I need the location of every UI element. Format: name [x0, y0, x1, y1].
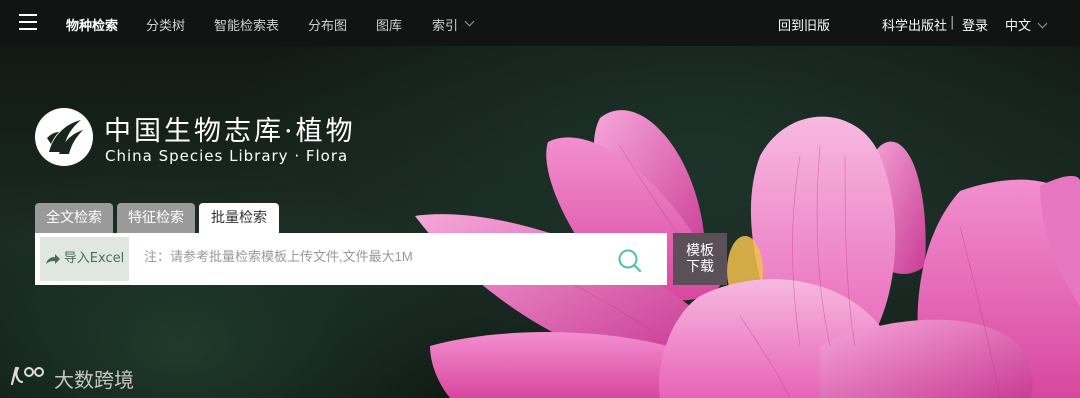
nav-item-smart-key[interactable]: 智能检索表 — [214, 15, 279, 34]
nav-item-species-search[interactable]: 物种检索 — [66, 15, 118, 34]
batch-search-input[interactable] — [144, 249, 594, 264]
hero-banner: 中国生物志库·植物 China Species Library · Flora … — [0, 46, 1080, 398]
tab-fulltext-search[interactable]: 全文检索 — [35, 203, 113, 233]
share-arrow-icon — [45, 253, 60, 264]
plant-logo-icon — [35, 108, 93, 166]
import-excel-button[interactable]: 导入Excel — [40, 237, 129, 281]
chevron-down-icon — [1037, 18, 1048, 29]
top-nav-bar: 物种检索 分类树 智能检索表 分布图 图库 索引 回到旧版 科学出版社 | 登录… — [0, 0, 1080, 46]
hamburger-menu-icon[interactable] — [19, 14, 37, 30]
nav-item-taxonomy-tree[interactable]: 分类树 — [146, 15, 185, 34]
publisher-link[interactable]: 科学出版社 — [882, 15, 947, 34]
logo-title-cn: 中国生物志库·植物 — [104, 116, 356, 147]
template-download-button[interactable]: 模板 下载 — [673, 233, 727, 285]
language-label: 中文 — [1005, 19, 1032, 34]
template-download-line1: 模板 — [686, 243, 714, 259]
watermark-logo-icon — [10, 366, 44, 386]
nav-item-distribution-map[interactable]: 分布图 — [308, 15, 347, 34]
search-icon[interactable] — [617, 248, 643, 274]
language-selector[interactable]: 中文 — [1005, 15, 1048, 34]
login-link[interactable]: 登录 — [962, 15, 988, 34]
nav-item-index-label: 索引 — [432, 19, 459, 34]
chevron-down-icon — [464, 16, 475, 27]
nav-item-index[interactable]: 索引 — [432, 15, 475, 34]
tab-feature-search[interactable]: 特征检索 — [117, 203, 195, 233]
back-to-old-version-link[interactable]: 回到旧版 — [778, 15, 830, 34]
nav-item-gallery[interactable]: 图库 — [376, 15, 402, 34]
nav-separator: | — [950, 15, 955, 30]
import-excel-label: 导入Excel — [63, 251, 125, 266]
watermark-text: 大数跨境 — [54, 368, 134, 392]
template-download-line2: 下载 — [686, 259, 714, 275]
tab-batch-search[interactable]: 批量检索 — [199, 203, 279, 233]
logo-title-en: China Species Library · Flora — [105, 147, 349, 165]
